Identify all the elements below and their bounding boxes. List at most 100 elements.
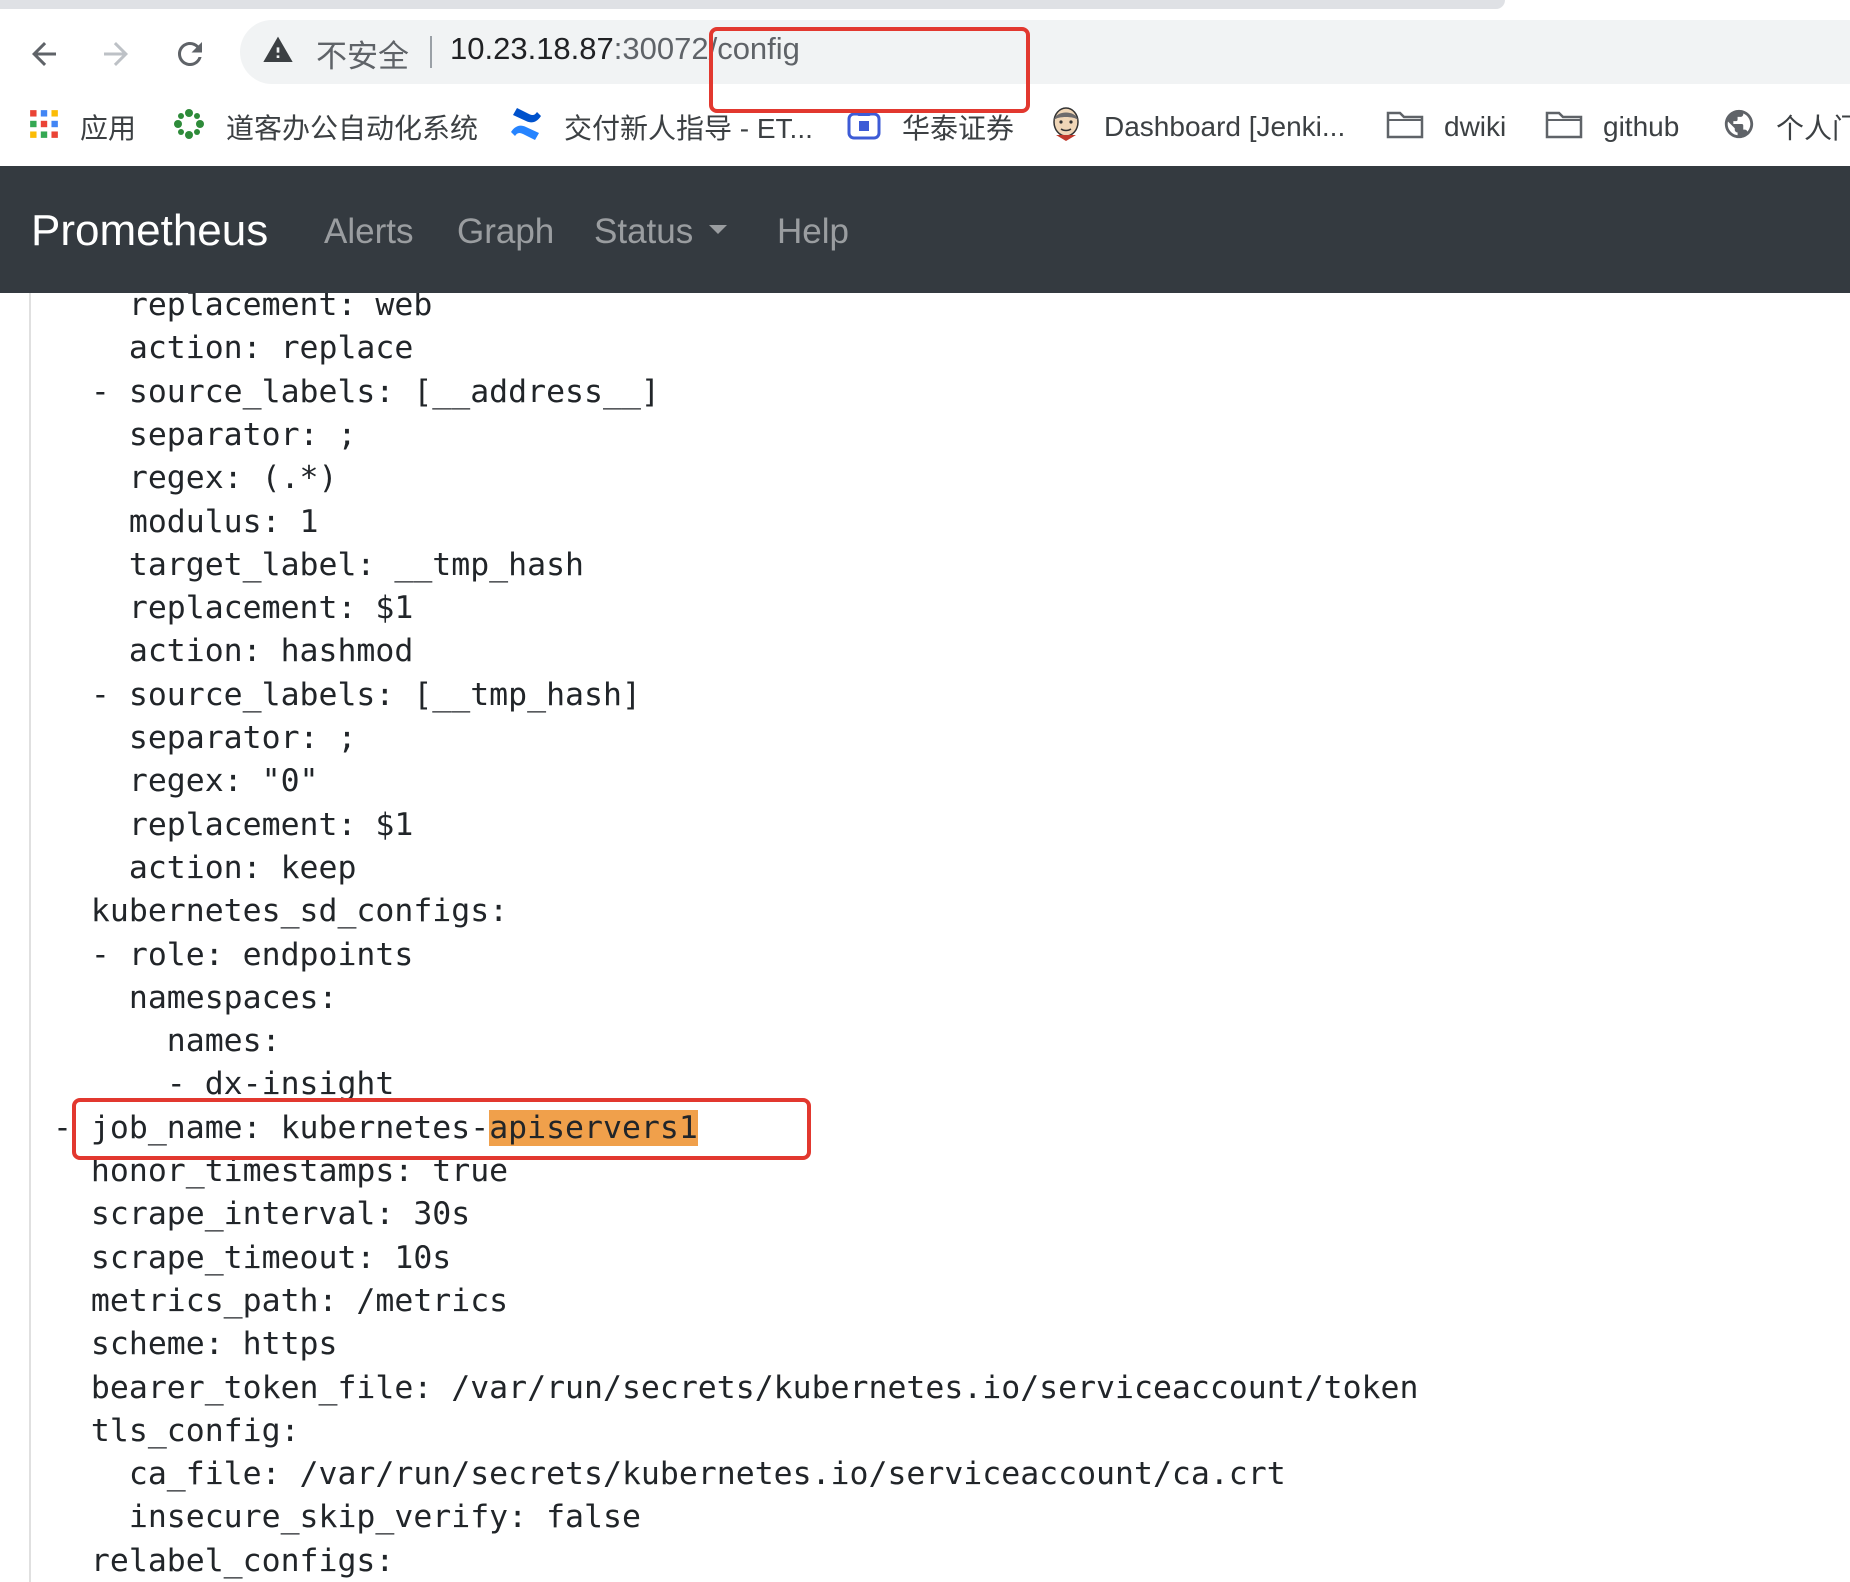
- back-arrow-icon: [32, 42, 56, 66]
- config-line: relabel_configs:: [53, 1539, 394, 1582]
- annotation-box-url: [709, 27, 1030, 113]
- config-line: kubernetes_sd_configs:: [53, 889, 508, 933]
- config-line: - source_labels: [__tmp_hash]: [53, 673, 641, 717]
- config-line-text: ca_file: /var/run/secrets/kubernetes.io/…: [53, 1456, 1286, 1493]
- bookmark-jenkins[interactable]: Dashboard [Jenki...: [1048, 104, 1345, 150]
- config-line: names:: [53, 1019, 281, 1063]
- url-host: 10.23.18.87: [450, 31, 614, 66]
- config-line: bearer_token_file: /var/run/secrets/kube…: [53, 1366, 1419, 1410]
- config-line-text: scrape_interval: 30s: [53, 1196, 471, 1233]
- config-line: regex: "0": [53, 759, 319, 803]
- config-line: metrics_path: /metrics: [53, 1279, 508, 1323]
- nav-help[interactable]: Help: [777, 212, 849, 252]
- config-line-text: replacement: $1: [53, 806, 414, 843]
- config-line: scrape_interval: 30s: [53, 1192, 470, 1236]
- config-content: replacement: web action: replace - sourc…: [0, 293, 1850, 1582]
- config-line-text: action: replace: [53, 330, 414, 367]
- bookmark-dwiki[interactable]: dwiki: [1386, 104, 1506, 150]
- annotation-box-job-name: [72, 1098, 811, 1160]
- nav-graph[interactable]: Graph: [457, 212, 554, 252]
- nav-status-dropdown[interactable]: Status: [594, 212, 728, 252]
- address-bar[interactable]: 不安全 10.23.18.87:30072/config: [240, 20, 1850, 84]
- config-line: replacement: $1: [53, 803, 413, 847]
- config-line-text: relabel_configs:: [53, 1542, 395, 1579]
- omnibox-separator: [430, 36, 432, 68]
- config-line: scheme: https: [53, 1322, 338, 1366]
- config-line-text: - source_labels: [__address__]: [53, 373, 660, 410]
- reload-icon: [178, 42, 202, 66]
- bookmark-label: Dashboard [Jenki...: [1104, 111, 1346, 142]
- config-line: replacement: $1: [53, 586, 413, 630]
- config-line: replacement: web: [53, 293, 432, 327]
- bookmark-github[interactable]: github: [1545, 104, 1679, 150]
- warning-triangle-icon: [263, 36, 293, 62]
- tab-strip: [0, 0, 1505, 9]
- config-line-text: - dx-insight: [53, 1066, 395, 1103]
- config-line-text: kubernetes_sd_configs:: [53, 893, 509, 930]
- config-line-text: modulus: 1: [53, 503, 319, 540]
- config-line-text: namespaces:: [53, 979, 338, 1016]
- config-line-text: insecure_skip_verify: false: [53, 1499, 641, 1536]
- daoke-logo-icon: [172, 107, 206, 148]
- config-line: insecure_skip_verify: false: [53, 1495, 641, 1539]
- bookmark-label: 交付新人指导 - ET...: [564, 113, 813, 144]
- globe-icon: [1722, 107, 1756, 148]
- config-line: - source_labels: [__address__]: [53, 370, 660, 414]
- prometheus-navbar: Prometheus Alerts Graph Status Help: [0, 166, 1850, 293]
- nav-status-label: Status: [594, 212, 694, 251]
- config-line-text: bearer_token_file: /var/run/secrets/kube…: [53, 1369, 1419, 1406]
- config-line: regex: (.*): [53, 456, 338, 500]
- bookmark-apps[interactable]: 应用: [28, 104, 136, 150]
- config-line: tls_config:: [53, 1409, 300, 1453]
- bookmark-label: 华泰证券: [902, 113, 1015, 144]
- config-line-text: target_label: __tmp_hash: [53, 546, 585, 583]
- config-line-text: scrape_timeout: 10s: [53, 1239, 452, 1276]
- config-line-text: action: keep: [53, 849, 357, 886]
- config-line: separator: ;: [53, 716, 357, 760]
- config-line: separator: ;: [53, 413, 357, 457]
- caret-down-icon: [709, 225, 728, 235]
- config-line: ca_file: /var/run/secrets/kubernetes.io/…: [53, 1452, 1286, 1496]
- bookmark-daoke-oa[interactable]: 道客办公自动化系统: [172, 104, 478, 150]
- config-line: action: hashmod: [53, 629, 413, 673]
- config-line: - role: endpoints: [53, 933, 413, 977]
- bookmark-label: 应用: [80, 113, 137, 144]
- config-line-text: replacement: $1: [53, 590, 414, 627]
- config-line-text: - role: endpoints: [53, 936, 414, 973]
- insecure-label: 不安全: [316, 39, 409, 74]
- config-line-text: replacement: web: [53, 293, 433, 323]
- config-line-text: metrics_path: /metrics: [53, 1282, 509, 1319]
- bookmark-label: 个人门: [1776, 113, 1850, 144]
- bookmark-label: github: [1603, 111, 1680, 142]
- nav-alerts[interactable]: Alerts: [324, 212, 413, 252]
- browser-chrome: 不安全 10.23.18.87:30072/config 应用 道客办公自动化系: [0, 0, 1850, 166]
- config-line: modulus: 1: [53, 500, 319, 544]
- config-line: action: replace: [53, 326, 413, 370]
- config-line-text: names:: [53, 1023, 281, 1060]
- content-left-border: [29, 293, 31, 1582]
- config-line-text: regex: (.*): [53, 460, 338, 497]
- confluence-icon: [508, 106, 544, 149]
- config-line-text: tls_config:: [53, 1412, 300, 1449]
- config-line-text: scheme: https: [53, 1326, 338, 1363]
- config-line-text: regex: "0": [53, 763, 319, 800]
- back-button[interactable]: [22, 32, 66, 76]
- config-line: scrape_timeout: 10s: [53, 1236, 451, 1280]
- config-line: target_label: __tmp_hash: [53, 543, 584, 587]
- bookmark-personal[interactable]: 个人门: [1722, 104, 1850, 150]
- bookmark-label: dwiki: [1444, 111, 1507, 142]
- config-line: action: keep: [53, 846, 357, 890]
- config-line-text: separator: ;: [53, 416, 357, 453]
- config-line-text: action: hashmod: [53, 633, 414, 670]
- config-line: namespaces:: [53, 976, 338, 1020]
- forward-arrow-icon: [104, 42, 128, 66]
- forward-button[interactable]: [94, 32, 138, 76]
- config-line-text: separator: ;: [53, 720, 357, 756]
- apps-grid-icon: [28, 108, 60, 147]
- folder-icon: [1545, 109, 1583, 146]
- jenkins-icon: [1048, 105, 1084, 150]
- prometheus-brand[interactable]: Prometheus: [31, 206, 268, 256]
- reload-button[interactable]: [168, 32, 212, 76]
- folder-icon: [1386, 109, 1424, 146]
- bookmark-label: 道客办公自动化系统: [226, 113, 479, 144]
